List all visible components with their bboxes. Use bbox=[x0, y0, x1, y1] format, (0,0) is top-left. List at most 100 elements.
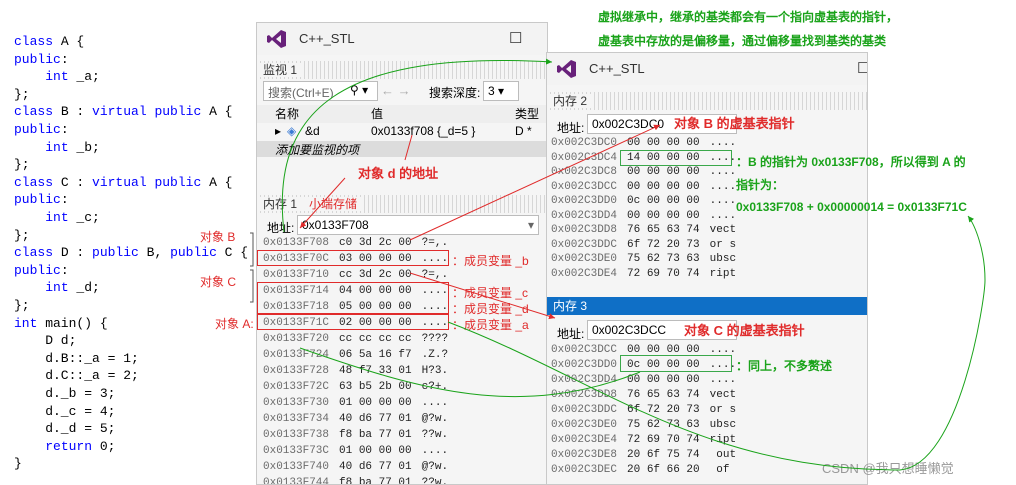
memory-address: 0x002C3DE4 bbox=[551, 267, 618, 280]
memory-row[interactable]: 0x002C3DDC 6f 72 20 73 or s bbox=[551, 404, 736, 416]
column-type[interactable]: 类型 bbox=[515, 105, 539, 122]
memory-row[interactable]: 0x0133F740 40 d6 77 01 @?w. bbox=[263, 461, 448, 473]
memory-row[interactable]: 0x0133F730 01 00 00 00.... bbox=[263, 397, 448, 409]
memory-row[interactable]: 0x002C3DDC 6f 72 20 73 or s bbox=[551, 239, 736, 251]
memory-address: 0x002C3DD4 bbox=[551, 374, 618, 386]
memory-address: 0x002C3DD8 bbox=[551, 389, 618, 401]
nav-arrows-icon[interactable]: ← → bbox=[381, 83, 411, 98]
memory-row[interactable]: 0x002C3DD8 76 65 63 74 vect bbox=[551, 224, 736, 236]
code-line: int _b; bbox=[45, 139, 100, 155]
member-d-label: ：成员变量 _d bbox=[452, 302, 529, 316]
memory-bytes: 00 00 00 00 bbox=[627, 166, 700, 178]
magnifier-icon[interactable]: ⚲ ▾ bbox=[350, 83, 368, 97]
add-watch-row[interactable]: 添加要监视的项 bbox=[257, 141, 547, 157]
memory-bytes: 00 00 00 00 bbox=[627, 374, 700, 386]
maximize-button[interactable]: ☐ bbox=[509, 29, 522, 47]
code-line: d.B::_a = 1; bbox=[14, 350, 139, 366]
memory-row[interactable]: 0x002C3DE8 20 6f 75 74 out bbox=[551, 449, 736, 461]
memory-ascii: .... bbox=[709, 195, 737, 207]
memory-address: 0x002C3DCC bbox=[551, 344, 618, 356]
top-note-line-2: 虚基表中存放的是偏移量，通过偏移量找到基类的基类 bbox=[598, 34, 887, 48]
memory-ascii: ?=,. bbox=[421, 269, 449, 281]
maximize-button[interactable]: ☐ bbox=[857, 59, 867, 77]
memory-bytes: 76 65 63 74 bbox=[627, 224, 700, 236]
expand-arrow-icon[interactable]: ▸ bbox=[275, 124, 281, 138]
watch-row[interactable]: ▸ ◈ &d 0x0133f708 {_d=5 } D * bbox=[257, 124, 547, 142]
memory-row[interactable]: 0x0133F72C 63 b5 2b 00 c?+. bbox=[263, 381, 448, 393]
memory-row[interactable]: 0x0133F728 48 f7 33 01 H?3. bbox=[263, 365, 448, 377]
cube-icon: ◈ bbox=[287, 124, 297, 138]
memory-ascii: .... bbox=[709, 137, 737, 149]
memory-row[interactable]: 0x002C3DE4 72 69 70 74 ript bbox=[551, 434, 736, 446]
memory-row[interactable]: 0x0133F720 cc cc cc cc???? bbox=[263, 333, 448, 345]
memory-bytes: 40 d6 77 01 bbox=[339, 413, 412, 425]
member-a-label: ：成员变量 _a bbox=[452, 318, 529, 332]
memory-ascii: or s bbox=[709, 404, 737, 416]
object-b-label: 对象 B bbox=[200, 230, 236, 244]
memory2-header: 内存 2 bbox=[547, 92, 867, 110]
code-line: public: bbox=[14, 122, 69, 137]
memory-address: 0x0133F708 bbox=[263, 237, 330, 249]
memory-row[interactable]: 0x002C3DD4 00 00 00 00.... bbox=[551, 374, 736, 386]
memory-ascii: ubsc bbox=[709, 419, 737, 431]
memory-address: 0x002C3DD4 bbox=[551, 209, 618, 222]
memory-row[interactable]: 0x002C3DEC 20 6f 66 20 of bbox=[551, 464, 736, 476]
memory-bytes: 72 69 70 74 bbox=[627, 434, 700, 446]
memory-address: 0x002C3DC4 bbox=[551, 151, 618, 164]
watermark: CSDN @我只想睡懒觉 bbox=[822, 461, 954, 476]
top-note-line-1: 虚拟继承中，继承的基类都会有一个指向虚基表的指针， bbox=[598, 10, 899, 24]
search-placeholder: 搜索(Ctrl+E) bbox=[268, 86, 334, 100]
object-a-label: 对象 A: bbox=[215, 317, 254, 331]
memory-ascii: ?=,. bbox=[421, 237, 449, 249]
memory-bytes: 20 6f 75 74 bbox=[627, 449, 700, 461]
memory-ascii: .... bbox=[709, 209, 737, 222]
memory3-header: 内存 3 bbox=[547, 297, 867, 315]
memory-ascii: ubsc bbox=[709, 253, 737, 265]
memory-address: 0x002C3DCC bbox=[551, 180, 618, 193]
memory-row[interactable]: 0x002C3DCC 00 00 00 00.... bbox=[551, 181, 736, 193]
memory-bytes: c0 3d 2c 00 bbox=[339, 237, 412, 249]
c-vbtable-note: 对象 C 的虚基表指针 bbox=[684, 323, 805, 338]
memory-row[interactable]: 0x0133F744 f8 ba 77 01 ??w. bbox=[263, 477, 449, 485]
add-watch-label: 添加要监视的项 bbox=[275, 143, 360, 157]
memory-row[interactable]: 0x002C3DD8 76 65 63 74 vect bbox=[551, 389, 736, 401]
memory-row[interactable]: 0x002C3DE0 75 62 73 63 ubsc bbox=[551, 419, 736, 431]
memory-row[interactable]: 0x002C3DD0 0c 00 00 00.... bbox=[551, 195, 736, 207]
memory-bytes: 75 62 73 63 bbox=[627, 419, 700, 431]
memory-row[interactable]: 0x0133F734 40 d6 77 01 @?w. bbox=[263, 413, 448, 425]
memory-row[interactable]: 0x002C3DE0 75 62 73 63 ubsc bbox=[551, 253, 736, 265]
member-cd-box bbox=[257, 282, 449, 314]
memory-bytes: 6f 72 20 73 bbox=[627, 238, 700, 251]
code-line: }; bbox=[14, 227, 30, 243]
memory-row[interactable]: 0x002C3DD4 00 00 00 00.... bbox=[551, 210, 736, 222]
watch-panel-title: 监视 1 bbox=[257, 63, 304, 77]
memory-ascii: .... bbox=[709, 166, 737, 178]
memory-row[interactable]: 0x002C3DC0 00 00 00 00.... bbox=[551, 137, 736, 149]
watch-row-type: D * bbox=[515, 124, 532, 138]
column-name[interactable]: 名称 bbox=[275, 105, 299, 122]
memory-row[interactable]: 0x0133F724 06 5a 16 f7 .Z.? bbox=[263, 349, 448, 361]
memory-window-2-titlebar: C++_STL ☐ bbox=[547, 53, 867, 85]
memory-bytes: 00 00 00 00 bbox=[627, 180, 700, 193]
memory-ascii: .... bbox=[421, 445, 449, 457]
code-line: int main() { bbox=[14, 315, 108, 331]
memory-row[interactable]: 0x0133F73C 01 00 00 00.... bbox=[263, 445, 448, 457]
window-title: C++_STL bbox=[589, 61, 645, 76]
memory-row[interactable]: 0x0133F738 f8 ba 77 01 ??w. bbox=[263, 429, 448, 441]
memory1-address-input[interactable]: 0x0133F708 ▾ bbox=[297, 215, 539, 235]
memory-row[interactable]: 0x0133F708 c0 3d 2c 00 ?=,. bbox=[263, 237, 448, 249]
memory-address: 0x002C3DDC bbox=[551, 404, 618, 416]
memory-row[interactable]: 0x002C3DC8 00 00 00 00.... bbox=[551, 166, 736, 178]
memory-bytes: 00 00 00 00 bbox=[627, 137, 700, 149]
code-line: D d; bbox=[14, 333, 77, 349]
memory-ascii: ??w. bbox=[421, 429, 449, 441]
code-line: int _d; bbox=[45, 280, 100, 296]
member-c-label: ：成员变量 _c bbox=[452, 286, 529, 300]
column-value[interactable]: 值 bbox=[371, 105, 383, 122]
memory-address: 0x0133F720 bbox=[263, 333, 330, 345]
memory-ascii: ??w. bbox=[421, 477, 449, 485]
memory-row[interactable]: 0x0133F710 cc 3d 2c 00 ?=,. bbox=[263, 269, 448, 281]
memory-row[interactable]: 0x002C3DE4 72 69 70 74 ript bbox=[551, 268, 736, 280]
code-line: return 0; bbox=[45, 438, 116, 454]
search-depth-select[interactable]: 3 ▾ bbox=[483, 81, 519, 101]
